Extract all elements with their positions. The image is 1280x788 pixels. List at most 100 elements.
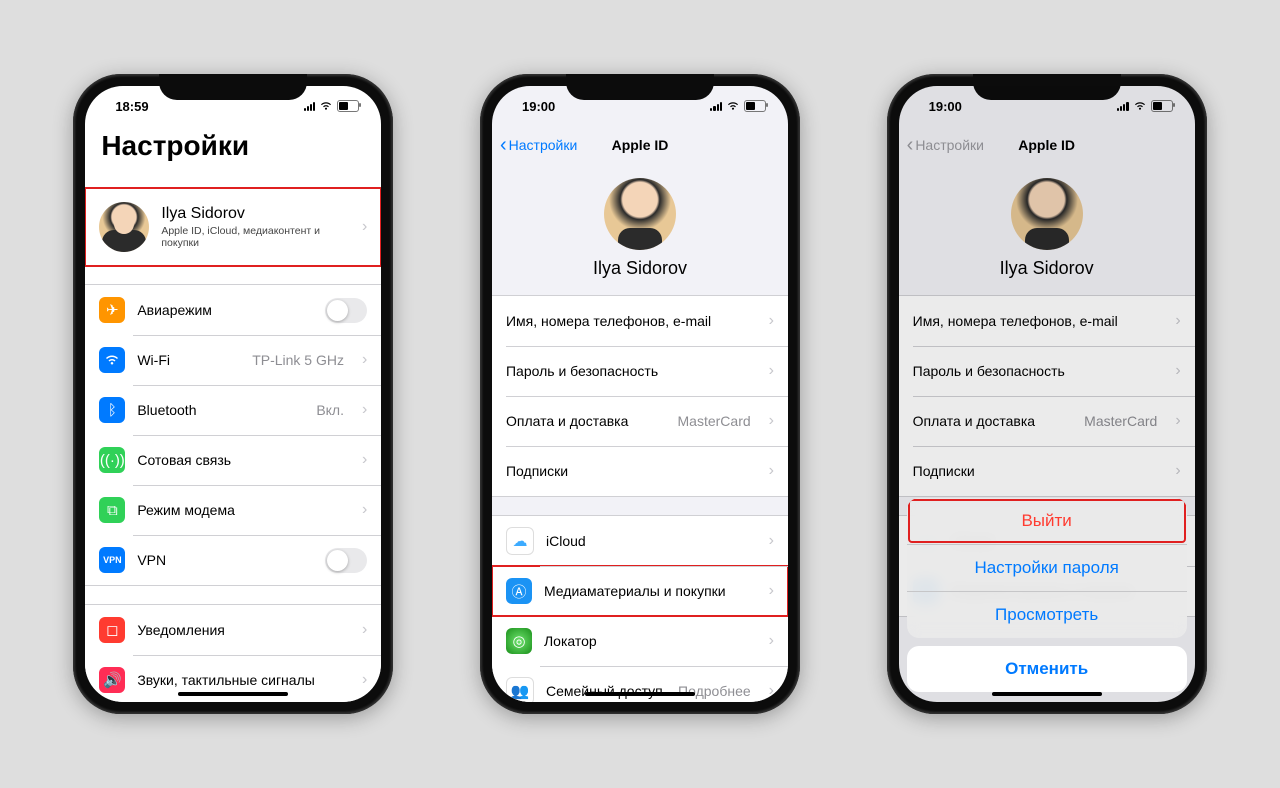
row-airplane[interactable]: ✈ Авиарежим (85, 285, 381, 335)
phone-2-frame: 19:00 ‹ Настройки Apple ID Ilya Sidorov … (480, 74, 800, 714)
page-title: Настройки (85, 126, 381, 170)
avatar (99, 202, 149, 252)
phone-1-frame: 18:59 Настройки Ilya Sidorov Apple ID, i… (73, 74, 393, 714)
cellular-icon: ((·)) (99, 447, 125, 473)
row-cellular[interactable]: ((·)) Сотовая связь › (85, 435, 381, 485)
row-label: iCloud (546, 533, 755, 549)
row-label: Режим модема (137, 502, 348, 518)
scroll[interactable]: Ilya Sidorov Имя, номера телефонов, e-ma… (492, 164, 788, 702)
battery-icon (744, 100, 766, 112)
row-wifi[interactable]: Wi-Fi TP-Link 5 GHz › (85, 335, 381, 385)
row-label: Семейный доступ (546, 683, 666, 699)
chevron-right-icon: › (769, 312, 774, 330)
family-icon: 👥 (506, 677, 534, 702)
vpn-toggle[interactable] (325, 548, 367, 573)
status-icons (710, 100, 766, 112)
notifications-icon: ◻ (99, 617, 125, 643)
action-label: Отменить (1005, 659, 1088, 678)
home-indicator[interactable] (178, 692, 288, 696)
row-label: Медиаматериалы и покупки (544, 583, 755, 599)
chevron-right-icon: › (362, 451, 367, 469)
settings-content[interactable]: Настройки Ilya Sidorov Apple ID, iCloud,… (85, 126, 381, 702)
row-label: Уведомления (137, 622, 348, 638)
action-label: Настройки пароля (974, 558, 1118, 577)
network-group: ✈ Авиарежим Wi-Fi TP-Link 5 GHz › ᛒ Blue… (85, 284, 381, 586)
action-view[interactable]: Просмотреть (907, 591, 1187, 638)
phone-2-screen: 19:00 ‹ Настройки Apple ID Ilya Sidorov … (492, 86, 788, 702)
notch (159, 74, 307, 100)
back-button[interactable]: ‹ Настройки (500, 134, 577, 157)
icloud-icon: ☁ (506, 527, 534, 555)
chevron-right-icon: › (769, 532, 774, 550)
avatar[interactable] (604, 178, 676, 250)
back-label: Настройки (509, 137, 578, 153)
nav-bar: ‹ Настройки Apple ID (492, 126, 788, 165)
row-hotspot[interactable]: ⧉ Режим модема › (85, 485, 381, 535)
row-label: VPN (137, 552, 313, 568)
row-detail: Вкл. (316, 402, 344, 418)
phone-1-screen: 18:59 Настройки Ilya Sidorov Apple ID, i… (85, 86, 381, 702)
action-sign-out[interactable]: Выйти (907, 498, 1187, 544)
row-label: Авиарежим (137, 302, 313, 318)
row-subscriptions[interactable]: Подписки › (492, 446, 788, 496)
cellular-signal-icon (304, 101, 316, 111)
chevron-right-icon: › (769, 632, 774, 650)
row-media-purchases[interactable]: Ⓐ Медиаматериалы и покупки › (492, 566, 788, 616)
findmy-icon: ◎ (506, 628, 532, 654)
row-findmy[interactable]: ◎ Локатор › (492, 616, 788, 666)
chevron-left-icon: ‹ (500, 134, 507, 157)
status-time: 18:59 (115, 99, 148, 114)
chevron-right-icon: › (362, 218, 367, 236)
battery-icon (337, 100, 359, 112)
highlight-box (908, 499, 1186, 543)
action-label: Просмотреть (995, 605, 1098, 624)
chevron-right-icon: › (769, 582, 774, 600)
chevron-right-icon: › (362, 671, 367, 689)
profile-name: Ilya Sidorov (161, 205, 348, 223)
chevron-right-icon: › (362, 501, 367, 519)
chevron-right-icon: › (769, 682, 774, 700)
home-indicator[interactable] (585, 692, 695, 696)
general-group: ◻ Уведомления › 🔊 Звуки, тактильные сигн… (85, 604, 381, 702)
chevron-right-icon: › (769, 462, 774, 480)
chevron-right-icon: › (362, 401, 367, 419)
status-icons (304, 100, 360, 112)
airplane-icon: ✈ (99, 297, 125, 323)
row-label: Подписки (506, 463, 755, 479)
apple-id-row[interactable]: Ilya Sidorov Apple ID, iCloud, медиаконт… (85, 189, 381, 265)
cellular-signal-icon (710, 101, 722, 111)
action-sheet-group: Выйти Настройки пароля Просмотреть (907, 498, 1187, 638)
airplane-toggle[interactable] (325, 298, 367, 323)
row-password-security[interactable]: Пароль и безопасность› (492, 346, 788, 396)
row-detail: Подробнее (678, 683, 751, 699)
notch (566, 74, 714, 100)
action-sheet: Выйти Настройки пароля Просмотреть Отмен… (907, 498, 1187, 692)
appleid-content[interactable]: ‹ Настройки Apple ID Ilya Sidorov Имя, н… (492, 126, 788, 702)
action-password-settings[interactable]: Настройки пароля (907, 544, 1187, 591)
row-detail: MasterCard (678, 413, 751, 429)
bluetooth-icon: ᛒ (99, 397, 125, 423)
profile-name: Ilya Sidorov (492, 258, 788, 295)
row-name-phone-email[interactable]: Имя, номера телефонов, e-mail › (492, 296, 788, 346)
row-bluetooth[interactable]: ᛒ Bluetooth Вкл. › (85, 385, 381, 435)
row-label: Сотовая связь (137, 452, 348, 468)
account-group: Имя, номера телефонов, e-mail › Пароль и … (492, 295, 788, 497)
row-label: Пароль и безопасность (506, 363, 755, 379)
row-notifications[interactable]: ◻ Уведомления › (85, 605, 381, 655)
status-time: 19:00 (522, 99, 555, 114)
chevron-right-icon: › (362, 621, 367, 639)
hotspot-icon: ⧉ (99, 497, 125, 523)
row-label: Имя, номера телефонов, e-mail (506, 313, 755, 329)
row-vpn[interactable]: VPN VPN (85, 535, 381, 585)
wifi-row-icon (99, 347, 125, 373)
phone-3-frame: 19:00 ‹ Настройки Apple ID Ilya Sidorov … (887, 74, 1207, 714)
appstore-icon: Ⓐ (506, 578, 532, 604)
row-icloud[interactable]: ☁ iCloud › (492, 516, 788, 566)
row-label: Локатор (544, 633, 755, 649)
action-cancel[interactable]: Отменить (907, 646, 1187, 692)
row-family[interactable]: 👥 Семейный доступ Подробнее › (492, 666, 788, 702)
nav-title: Apple ID (612, 137, 669, 153)
row-payment[interactable]: Оплата и доставка MasterCard› (492, 396, 788, 446)
wifi-icon (319, 101, 333, 111)
profile-sub: Apple ID, iCloud, медиаконтент и покупки (161, 225, 348, 249)
